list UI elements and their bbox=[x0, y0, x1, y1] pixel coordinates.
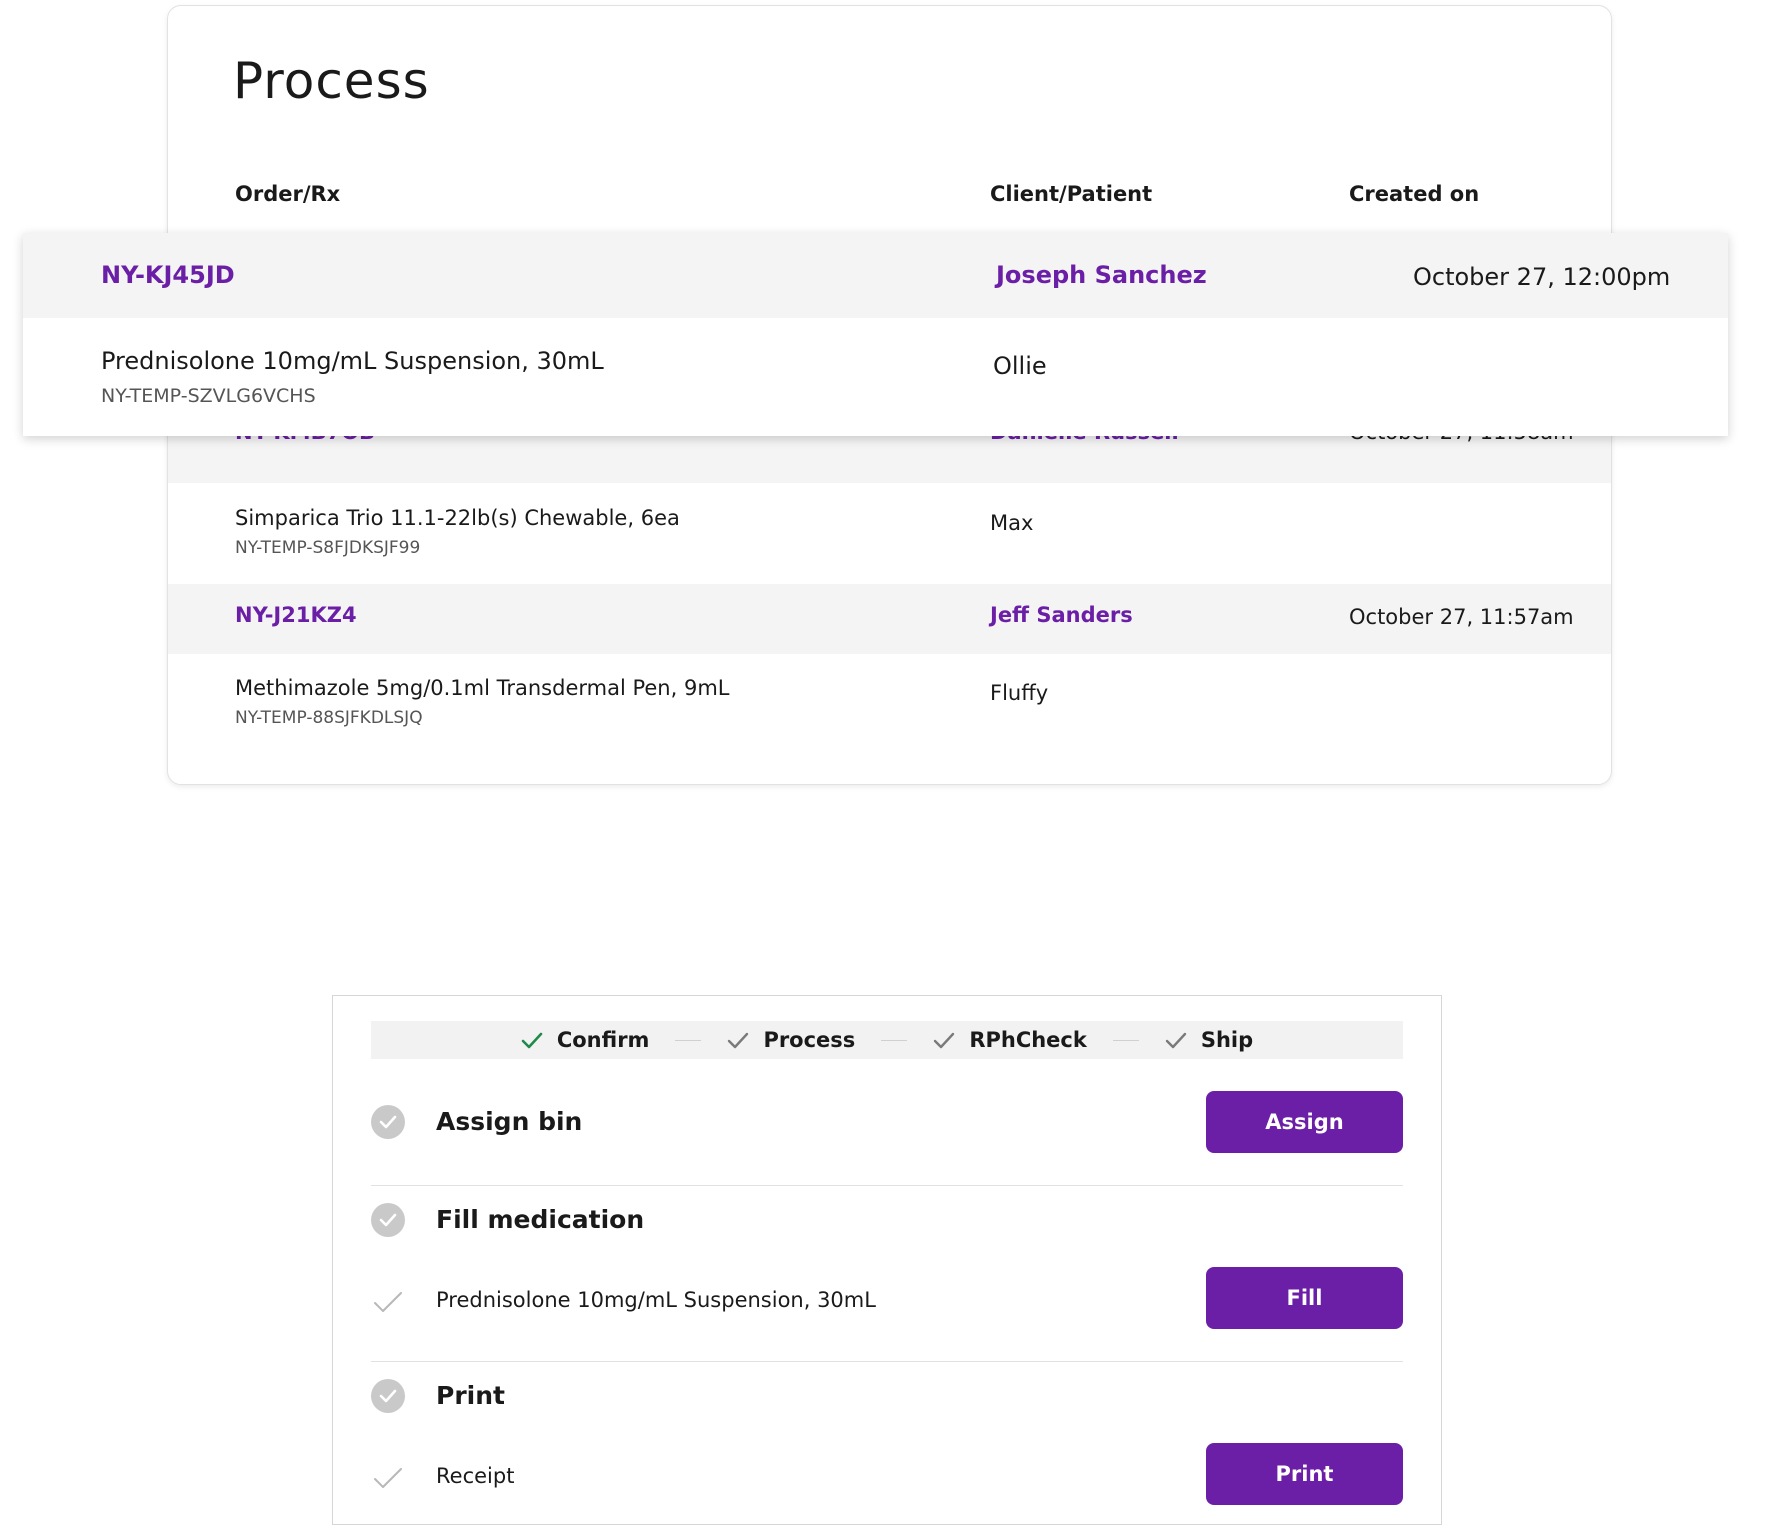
check-icon bbox=[374, 1468, 402, 1488]
patient-name: Fluffy bbox=[990, 681, 1049, 705]
check-icon bbox=[521, 1032, 543, 1049]
medication-name: Methimazole 5mg/0.1ml Transdermal Pen, 9… bbox=[235, 676, 730, 700]
step-label: Process bbox=[763, 1028, 856, 1052]
medication-name: Simparica Trio 11.1-22lb(s) Chewable, 6e… bbox=[235, 506, 680, 530]
task-status-check-icon bbox=[371, 1379, 405, 1413]
step-separator bbox=[881, 1039, 908, 1041]
task-title: Print bbox=[436, 1381, 505, 1410]
step-label: Ship bbox=[1200, 1028, 1254, 1052]
client-name-link[interactable]: Jeff Sanders bbox=[990, 603, 1133, 627]
rx-id: NY-TEMP-88SJFKDLSJQ bbox=[235, 708, 423, 728]
created-date: October 27, 11:57am bbox=[1349, 605, 1574, 629]
order-id-link[interactable]: NY-J21KZ4 bbox=[235, 603, 357, 627]
patient-name: Max bbox=[990, 511, 1034, 535]
divider bbox=[371, 1185, 1403, 1186]
print-button[interactable]: Print bbox=[1206, 1443, 1403, 1505]
step-separator bbox=[675, 1039, 702, 1041]
workflow-card: Confirm Process RPhCheck Ship Assign bin… bbox=[332, 995, 1442, 1525]
receipt-item: Receipt bbox=[436, 1464, 515, 1488]
created-date: October 27, 12:00pm bbox=[1413, 263, 1671, 291]
client-name-link[interactable]: Joseph Sanchez bbox=[996, 261, 1207, 289]
check-icon bbox=[1165, 1032, 1187, 1049]
patient-name: Ollie bbox=[993, 352, 1047, 380]
step-label: Confirm bbox=[556, 1028, 650, 1052]
fill-button[interactable]: Fill bbox=[1206, 1267, 1403, 1329]
divider bbox=[371, 1361, 1403, 1362]
step-process[interactable]: Process bbox=[727, 1028, 855, 1052]
medication-name: Prednisolone 10mg/mL Suspension, 30mL bbox=[101, 347, 604, 375]
client-name-link[interactable]: Danielle Russell bbox=[990, 436, 1179, 444]
column-header-created: Created on bbox=[1349, 182, 1480, 206]
rx-id: NY-TEMP-SZVLG6VCHS bbox=[101, 385, 316, 407]
step-ship[interactable]: Ship bbox=[1165, 1028, 1253, 1052]
check-icon bbox=[728, 1032, 749, 1049]
column-header-client: Client/Patient bbox=[990, 182, 1153, 206]
check-icon bbox=[934, 1032, 955, 1049]
step-rphcheck[interactable]: RPhCheck bbox=[933, 1028, 1087, 1052]
created-date: October 27, 11:58am bbox=[1349, 436, 1574, 444]
rx-id: NY-TEMP-S8FJDKSJF99 bbox=[235, 538, 421, 558]
task-title: Fill medication bbox=[436, 1205, 645, 1234]
task-status-check-icon bbox=[371, 1105, 405, 1139]
page-title: Process bbox=[233, 52, 430, 110]
order-id-link[interactable]: NY-KMB7OB bbox=[235, 436, 375, 444]
column-header-order: Order/Rx bbox=[235, 182, 341, 206]
order-id-link[interactable]: NY-KJ45JD bbox=[101, 261, 235, 289]
task-status-check-icon bbox=[371, 1203, 405, 1237]
assign-button[interactable]: Assign bbox=[1206, 1091, 1403, 1153]
step-separator bbox=[1112, 1039, 1139, 1041]
selected-order-row[interactable]: NY-KJ45JD Joseph Sanchez October 27, 12:… bbox=[23, 233, 1728, 436]
step-label: RPhCheck bbox=[969, 1028, 1087, 1052]
medication-item: Prednisolone 10mg/mL Suspension, 30mL bbox=[436, 1288, 876, 1312]
check-icon bbox=[374, 1292, 402, 1312]
task-title: Assign bin bbox=[436, 1107, 583, 1136]
workflow-stepper: Confirm Process RPhCheck Ship bbox=[371, 1021, 1403, 1059]
step-confirm[interactable]: Confirm bbox=[521, 1028, 650, 1052]
